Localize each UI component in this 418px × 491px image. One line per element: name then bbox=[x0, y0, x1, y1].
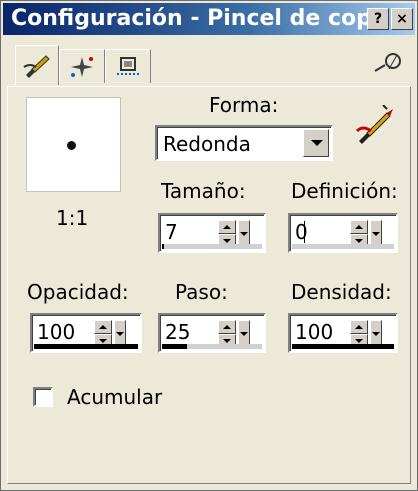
close-icon: × bbox=[396, 11, 408, 27]
paso-slider-fill bbox=[162, 344, 187, 349]
forma-label: Forma: bbox=[209, 93, 279, 117]
sparkle-tab-icon bbox=[71, 56, 93, 77]
definicion-text-caret bbox=[304, 221, 305, 243]
definicion-slider[interactable] bbox=[292, 244, 394, 249]
densidad-slider-fill bbox=[292, 344, 394, 349]
opacidad-label: Opacidad: bbox=[27, 280, 129, 304]
brush-settings-window: Configuración - Pincel de cop ? × 1:1 Fo… bbox=[0, 0, 418, 491]
forma-value: Redonda bbox=[163, 132, 251, 156]
opacidad-value: 100 bbox=[37, 320, 76, 344]
brush-preview-dot bbox=[67, 141, 76, 150]
densidad-up-arrow[interactable] bbox=[350, 320, 368, 334]
window-title: Configuración - Pincel de cop bbox=[11, 6, 372, 31]
densidad-slider[interactable] bbox=[292, 344, 394, 349]
densidad-label: Densidad: bbox=[291, 280, 392, 304]
tab-sparkle[interactable] bbox=[59, 49, 105, 83]
paso-value: 25 bbox=[165, 320, 191, 344]
paso-stepper[interactable]: 25 bbox=[158, 313, 266, 353]
acumular-checkbox[interactable] bbox=[33, 387, 53, 407]
tamano-label: Tamaño: bbox=[161, 179, 246, 203]
densidad-stepper[interactable]: 100 bbox=[288, 313, 398, 353]
definicion-value: 0 bbox=[295, 220, 308, 244]
tamano-slider[interactable] bbox=[162, 244, 262, 249]
tamano-stepper[interactable]: 7 bbox=[158, 213, 266, 253]
pin-icon bbox=[374, 53, 401, 72]
tamano-up-arrow[interactable] bbox=[218, 220, 236, 234]
opacidad-up-arrow[interactable] bbox=[94, 320, 112, 334]
close-button[interactable]: × bbox=[391, 8, 413, 30]
paso-up-arrow[interactable] bbox=[218, 320, 236, 334]
acumular-label[interactable]: Acumular bbox=[67, 385, 162, 409]
opacidad-slider-fill bbox=[34, 344, 138, 349]
pin-button[interactable] bbox=[371, 51, 405, 81]
definicion-up-arrow[interactable] bbox=[350, 220, 368, 234]
densidad-value: 100 bbox=[295, 320, 334, 344]
paso-slider[interactable] bbox=[162, 344, 262, 349]
forma-dropdown[interactable]: Redonda bbox=[155, 125, 333, 161]
tamano-value: 7 bbox=[165, 220, 178, 244]
opacidad-slider[interactable] bbox=[34, 344, 138, 349]
brush-tab-icon bbox=[23, 54, 50, 78]
help-icon: ? bbox=[373, 11, 383, 27]
title-bar[interactable]: Configuración - Pincel de cop ? × bbox=[3, 3, 415, 35]
opacidad-stepper[interactable]: 100 bbox=[30, 313, 142, 353]
stamp-tab-icon bbox=[117, 56, 139, 75]
brush-tip-icon[interactable] bbox=[355, 105, 395, 145]
definicion-label: Definición: bbox=[291, 179, 398, 203]
definicion-stepper[interactable]: 0 bbox=[288, 213, 398, 253]
preview-scale-label: 1:1 bbox=[56, 206, 89, 230]
forma-dropdown-button[interactable] bbox=[303, 129, 329, 157]
tab-strip bbox=[7, 37, 411, 87]
tamano-slider-fill bbox=[162, 244, 164, 249]
brush-preview bbox=[26, 97, 121, 192]
tab-stamp[interactable] bbox=[105, 49, 151, 83]
paso-label: Paso: bbox=[175, 280, 228, 304]
tab-brush[interactable] bbox=[15, 45, 59, 85]
help-button[interactable]: ? bbox=[367, 8, 389, 30]
